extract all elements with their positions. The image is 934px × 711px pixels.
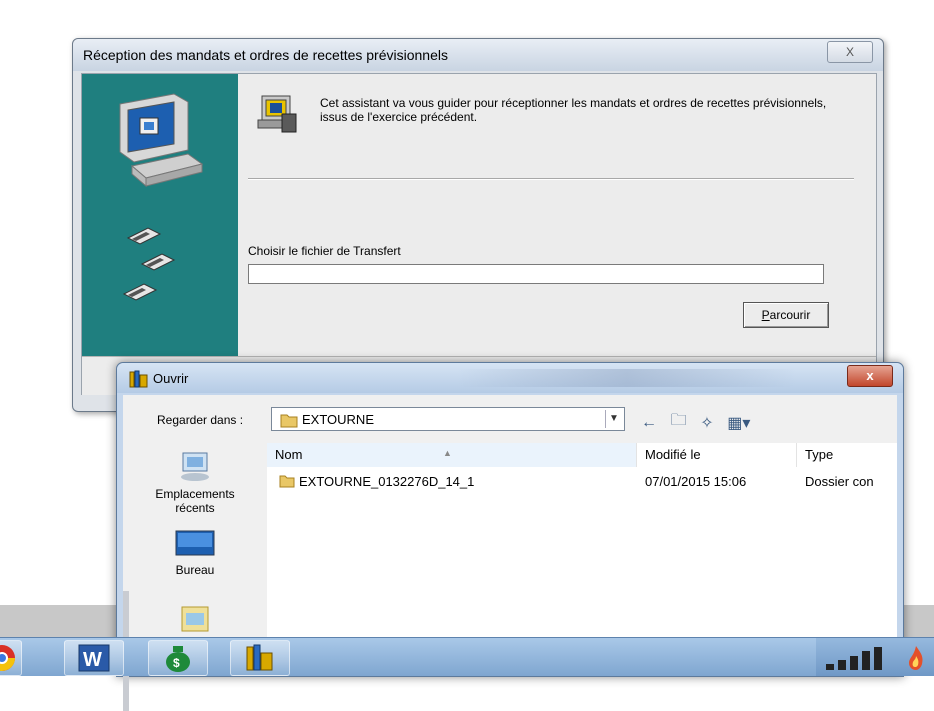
column-name-label: Nom <box>275 447 303 462</box>
wizard-content: Cet assistant va vous guider pour récept… <box>238 74 876 356</box>
look-in-value: EXTOURNE <box>302 412 374 427</box>
look-in-select[interactable]: EXTOURNE ▼ <box>271 407 625 431</box>
taskbar-finance-button[interactable]: $ <box>148 640 208 676</box>
new-folder-icon[interactable]: ✧ <box>700 413 713 433</box>
recent-places-icon <box>181 452 209 481</box>
computer-icon <box>119 93 204 188</box>
browse-button[interactable]: Parcourir <box>743 302 829 328</box>
wizard-titlebar[interactable]: Réception des mandats et ordres de recet… <box>73 39 883 71</box>
wizard-side-panel <box>82 74 238 356</box>
file-row-type: Dossier con <box>805 474 874 489</box>
open-file-dialog: Ouvrir x Regarder dans : EXTOURNE ▼ ← 🗀 … <box>116 362 904 711</box>
taskbar: W $ <box>0 637 934 676</box>
file-name-text: EXTOURNE_0132276D_14_1 <box>299 474 475 489</box>
svg-text:W: W <box>83 649 102 671</box>
file-row-name: EXTOURNE_0132276D_14_1 <box>279 474 474 489</box>
dialog-toolbar: ← 🗀 ✧ ▦▾ <box>641 409 760 432</box>
wizard-separator <box>248 178 854 180</box>
column-header-type[interactable]: Type <box>797 443 897 467</box>
sort-ascending-icon: ▲ <box>443 448 452 458</box>
column-header-name[interactable]: Nom ▲ <box>267 443 637 467</box>
wizard-intro-text: Cet assistant va vous guider pour récept… <box>320 96 827 124</box>
chrome-icon <box>0 645 16 672</box>
place-recent[interactable]: Emplacements récents <box>123 449 267 515</box>
app-books-icon <box>246 644 273 671</box>
titlebar-blurred-area <box>457 369 797 387</box>
file-row[interactable]: EXTOURNE_0132276D_14_1 07/01/2015 15:06 … <box>267 471 897 493</box>
folder-icon <box>279 475 295 488</box>
app-books-icon <box>129 370 148 388</box>
look-in-label: Regarder dans : <box>157 413 244 427</box>
money-bag-icon: $ <box>166 646 190 672</box>
taskbar-chrome-button[interactable] <box>0 640 22 676</box>
folder-icon <box>280 414 298 428</box>
wizard-title: Réception des mandats et ordres de recet… <box>83 47 448 63</box>
browse-button-accesskey: P <box>761 308 770 322</box>
place-libraries[interactable] <box>123 603 267 637</box>
place-desktop-label: Bureau <box>175 563 215 577</box>
word-icon: W <box>78 644 110 672</box>
view-menu-icon[interactable]: ▦▾ <box>727 413 750 433</box>
wizard-assistant-icon <box>257 95 297 133</box>
wizard-close-button[interactable]: X <box>827 41 873 63</box>
chevron-down-icon[interactable]: ▼ <box>605 410 622 428</box>
wizard-window: Réception des mandats et ordres de recet… <box>72 38 884 412</box>
back-arrow-icon[interactable]: ← <box>641 414 657 432</box>
taskbar-books-app-button[interactable] <box>230 640 290 676</box>
library-folder-icon <box>181 606 209 632</box>
open-dialog-title: Ouvrir <box>153 371 189 386</box>
svg-text:$: $ <box>173 656 180 670</box>
column-header-modified[interactable]: Modifié le <box>637 443 797 467</box>
wizard-body: Cet assistant va vous guider pour récept… <box>81 73 877 395</box>
open-dialog-body: Regarder dans : EXTOURNE ▼ ← 🗀 ✧ ▦▾ Empl… <box>123 395 897 711</box>
browse-button-label: arcourir <box>769 308 811 322</box>
flame-icon[interactable] <box>906 644 926 672</box>
open-dialog-titlebar[interactable]: Ouvrir x <box>117 363 903 393</box>
place-recent-label-2: récents <box>175 501 215 515</box>
up-folder-icon[interactable]: 🗀 <box>671 409 687 436</box>
signal-strength-icon[interactable] <box>824 646 884 672</box>
file-transfer-label: Choisir le fichier de Transfert <box>248 244 401 258</box>
place-recent-label-1: Emplacements <box>155 487 235 501</box>
open-dialog-close-button[interactable]: x <box>847 365 893 387</box>
system-tray <box>816 638 934 676</box>
floppy-disks-icon <box>122 227 176 301</box>
desktop-icon <box>175 530 215 556</box>
file-row-modified: 07/01/2015 15:06 <box>645 474 747 489</box>
taskbar-word-button[interactable]: W <box>64 640 124 676</box>
place-desktop[interactable]: Bureau <box>123 529 267 577</box>
transfer-file-input[interactable] <box>248 264 824 284</box>
